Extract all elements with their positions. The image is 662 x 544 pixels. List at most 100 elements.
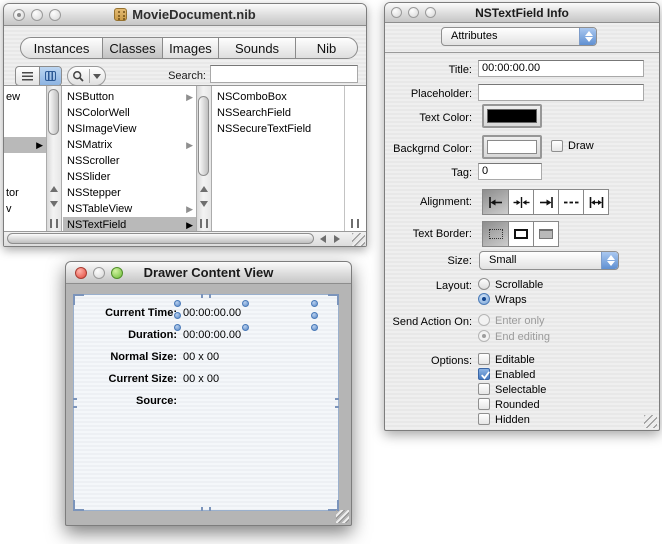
column-resize-handle[interactable] xyxy=(50,219,58,228)
hidden-checkbox-label: Hidden xyxy=(495,414,530,426)
text-field[interactable]: 00:00:00.00 xyxy=(183,328,241,342)
selectable-checkbox[interactable] xyxy=(478,383,490,395)
wraps-radio[interactable] xyxy=(478,293,490,305)
text-color-label: Text Color: xyxy=(419,112,472,124)
list-item[interactable]: NSMatrix ▶ xyxy=(63,137,196,153)
scroll-down-icon[interactable] xyxy=(50,201,58,207)
tab-instances[interactable]: Instances xyxy=(21,38,103,58)
draw-checkbox[interactable] xyxy=(551,140,563,152)
drawer-design-view[interactable]: Current Time: 00:00:00.00 Duration: 00:0… xyxy=(73,294,339,511)
minimize-button[interactable] xyxy=(93,266,105,279)
list-item[interactable]: ew xyxy=(4,89,46,105)
text-color-well[interactable] xyxy=(482,104,542,128)
align-right-button[interactable] xyxy=(533,190,558,214)
tab-nib-label: Nib xyxy=(316,40,337,56)
tab-classes[interactable]: Classes xyxy=(103,38,163,58)
zoom-button[interactable] xyxy=(111,266,123,279)
tag-input[interactable]: 0 xyxy=(478,163,542,180)
tab-sounds[interactable]: Sounds xyxy=(219,38,296,58)
minimize-button[interactable] xyxy=(31,8,43,21)
search-input[interactable] xyxy=(210,65,358,83)
scroll-down-icon[interactable] xyxy=(200,201,208,207)
minimize-button[interactable] xyxy=(408,7,419,18)
resize-grip[interactable] xyxy=(336,510,349,523)
selection-handle[interactable] xyxy=(174,300,181,307)
border-none-button[interactable] xyxy=(483,222,508,246)
scrollable-radio[interactable] xyxy=(478,278,490,290)
list-item-label: NSTableView xyxy=(67,203,133,215)
text-border-segmented-control xyxy=(482,221,559,247)
list-item[interactable]: ▶ xyxy=(4,137,46,153)
list-item[interactable]: tor xyxy=(4,185,46,201)
column-view-button[interactable] xyxy=(38,67,61,85)
border-bezel-button[interactable] xyxy=(533,222,558,246)
list-item[interactable]: NSTableView ▶ xyxy=(63,201,196,217)
align-justify-button[interactable] xyxy=(583,190,608,214)
enabled-checkbox[interactable] xyxy=(478,368,490,380)
list-item[interactable]: NSSecureTextField xyxy=(213,121,344,137)
zoom-button[interactable] xyxy=(425,7,436,18)
column3-scrollbar[interactable] xyxy=(196,86,212,231)
resize-grip[interactable] xyxy=(352,233,365,246)
selection-handle[interactable] xyxy=(311,324,318,331)
background-color-well[interactable] xyxy=(482,135,542,159)
pane-selector-popup[interactable]: Attributes xyxy=(441,27,597,46)
selection-corner-mark xyxy=(73,294,84,305)
column2-scrollbar-thumb[interactable] xyxy=(48,89,59,135)
align-center-button[interactable] xyxy=(508,190,533,214)
align-left-button[interactable] xyxy=(483,190,508,214)
text-field-selected[interactable]: 00:00:00.00 xyxy=(183,306,241,320)
inspector-titlebar[interactable]: NSTextField Info xyxy=(385,3,659,23)
alignment-segmented-control xyxy=(482,189,609,215)
list-item[interactable]: NSButton ▶ xyxy=(63,89,196,105)
scroll-up-icon[interactable] xyxy=(200,186,208,192)
zoom-button[interactable] xyxy=(49,8,61,21)
rounded-checkbox[interactable] xyxy=(478,398,490,410)
drawer-titlebar[interactable]: Drawer Content View xyxy=(66,262,351,284)
list-item[interactable]: NSScroller xyxy=(63,153,196,169)
placeholder-input[interactable] xyxy=(478,84,644,101)
selection-handle[interactable] xyxy=(242,300,249,307)
size-popup[interactable]: Small xyxy=(479,251,619,270)
align-natural-button[interactable] xyxy=(558,190,583,214)
selection-handle[interactable] xyxy=(311,300,318,307)
scroll-right-icon[interactable] xyxy=(334,235,340,243)
title-input[interactable]: 00:00:00.00 xyxy=(478,60,644,77)
border-line-button[interactable] xyxy=(508,222,533,246)
selection-handle[interactable] xyxy=(242,324,249,331)
nib-tab-bar: Instances Classes Images Sounds Nib xyxy=(20,37,358,59)
column3-scrollbar-thumb[interactable] xyxy=(198,96,209,176)
list-item-selected[interactable]: NSTextField ▶ xyxy=(63,217,196,231)
close-button[interactable] xyxy=(13,8,25,21)
list-item[interactable]: NSSlider xyxy=(63,169,196,185)
list-item[interactable]: NSSearchField xyxy=(213,105,344,121)
list-item[interactable]: NSColorWell xyxy=(63,105,196,121)
tab-images[interactable]: Images xyxy=(163,38,219,58)
selection-handle[interactable] xyxy=(174,312,181,319)
close-button[interactable] xyxy=(391,7,402,18)
selection-handle[interactable] xyxy=(311,312,318,319)
list-view-button[interactable] xyxy=(16,67,39,85)
list-item-label: NSComboBox xyxy=(217,91,287,103)
search-scope-button[interactable] xyxy=(67,66,106,86)
scroll-up-icon[interactable] xyxy=(50,186,58,192)
column-resize-handle[interactable] xyxy=(200,219,208,228)
close-button[interactable] xyxy=(75,266,87,279)
scroll-left-icon[interactable] xyxy=(320,235,326,243)
text-field[interactable]: 00 x 00 xyxy=(183,350,219,364)
tab-nib[interactable]: Nib xyxy=(296,38,357,58)
selection-handle[interactable] xyxy=(174,324,181,331)
list-item[interactable]: v xyxy=(4,201,46,217)
editable-checkbox[interactable] xyxy=(478,353,490,365)
nib-titlebar[interactable]: MovieDocument.nib xyxy=(4,4,366,26)
list-item[interactable]: NSImageView xyxy=(63,121,196,137)
resize-grip[interactable] xyxy=(644,415,657,428)
browser-horizontal-scrollbar[interactable] xyxy=(4,231,366,246)
hidden-checkbox[interactable] xyxy=(478,413,490,425)
text-field[interactable]: 00 x 00 xyxy=(183,372,219,386)
horizontal-scrollbar-thumb[interactable] xyxy=(7,233,314,244)
list-item[interactable]: NSComboBox xyxy=(213,89,344,105)
column2-scrollbar[interactable] xyxy=(46,86,62,231)
column-resize-handle[interactable] xyxy=(351,219,359,228)
list-item[interactable]: NSStepper xyxy=(63,185,196,201)
